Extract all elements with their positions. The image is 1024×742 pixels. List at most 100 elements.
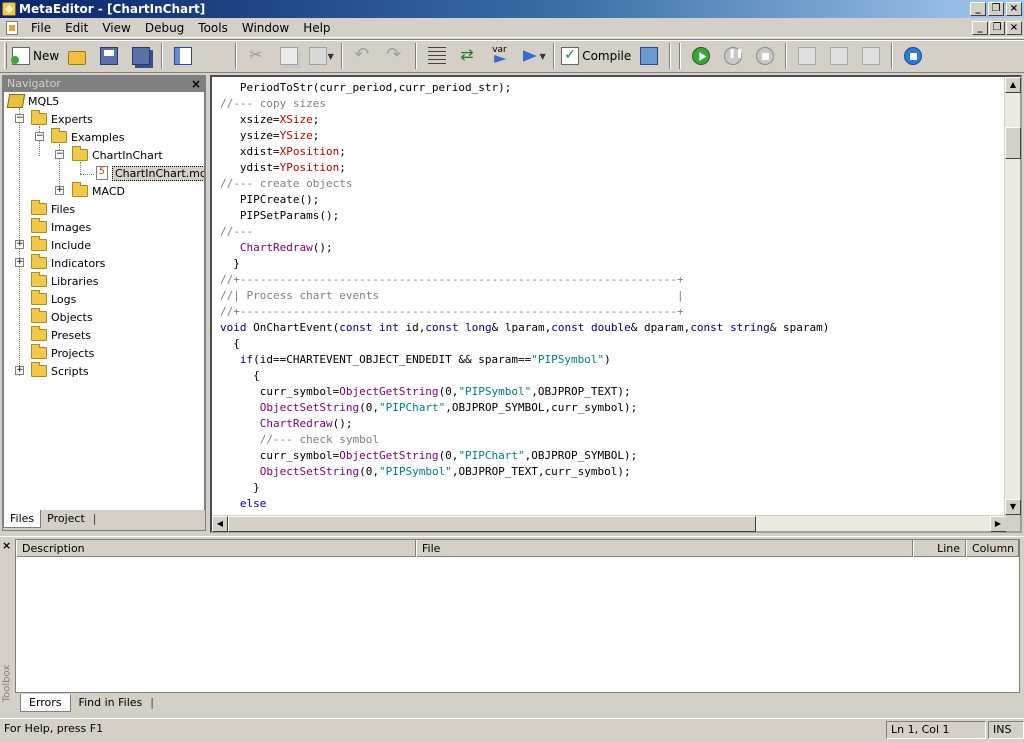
menu-tools[interactable]: Tools xyxy=(191,21,235,35)
code-line[interactable]: PeriodToStr(curr_period,curr_period_str)… xyxy=(220,80,1006,96)
tree-item-files[interactable]: Files xyxy=(31,200,75,218)
column-column[interactable]: Column xyxy=(966,540,1019,557)
toolbar-grip[interactable] xyxy=(4,43,7,69)
stop-profiling-button[interactable] xyxy=(899,42,927,70)
styler-button[interactable] xyxy=(423,42,451,70)
code-line[interactable]: xdist=XPosition; xyxy=(220,144,1006,160)
expand-icon[interactable]: + xyxy=(15,366,24,375)
tree-item-macd[interactable]: MACD xyxy=(72,182,125,200)
tree-item-objects[interactable]: Objects xyxy=(31,308,93,326)
code-line[interactable]: //| Process chart events | xyxy=(220,288,1006,304)
doc-restore-button[interactable]: ❐ xyxy=(989,21,1005,35)
menu-file[interactable]: File xyxy=(24,21,58,35)
code-editor[interactable]: PeriodToStr(curr_period,curr_period_str)… xyxy=(210,75,1022,533)
minimize-button[interactable]: _ xyxy=(970,2,986,16)
code-line[interactable]: if(id==CHARTEVENT_OBJECT_ENDEDIT && spar… xyxy=(220,352,1006,368)
expand-icon[interactable]: + xyxy=(15,258,24,267)
pause-debug-button[interactable] xyxy=(719,42,747,70)
menu-view[interactable]: View xyxy=(95,21,137,35)
code-line[interactable]: //+-------------------------------------… xyxy=(220,304,1006,320)
menu-edit[interactable]: Edit xyxy=(58,21,95,35)
toolbox-toggle-button[interactable] xyxy=(201,42,229,601)
insert-var-button[interactable] xyxy=(487,42,515,70)
doc-close-button[interactable]: × xyxy=(1006,21,1022,35)
column-description[interactable]: Description xyxy=(16,540,416,557)
copy-button[interactable] xyxy=(275,42,303,70)
close-button[interactable]: × xyxy=(1006,2,1022,16)
function-list-button[interactable]: ▼ xyxy=(519,42,547,70)
menu-help[interactable]: Help xyxy=(296,21,337,35)
document-icon[interactable] xyxy=(6,20,18,35)
code-line[interactable]: } xyxy=(220,256,1006,272)
code-line[interactable]: //+-------------------------------------… xyxy=(220,272,1006,288)
tab-project[interactable]: Project xyxy=(41,510,102,528)
expand-icon[interactable]: + xyxy=(15,240,24,249)
code-line[interactable]: xsize=XSize; xyxy=(220,112,1006,128)
code-line[interactable]: ChartRedraw(); xyxy=(220,240,1006,256)
scroll-down-icon[interactable]: ▼ xyxy=(1005,499,1021,515)
collapse-icon[interactable]: − xyxy=(55,150,64,159)
cut-button[interactable] xyxy=(243,42,271,70)
paste-button[interactable]: ▼ xyxy=(307,42,335,70)
column-line[interactable]: Line xyxy=(913,540,966,557)
navigator-toggle-button[interactable] xyxy=(169,42,197,70)
tree-item-experts[interactable]: Experts xyxy=(31,110,93,128)
column-file[interactable]: File xyxy=(416,540,913,557)
start-debug-button[interactable] xyxy=(687,42,715,70)
code-line[interactable]: } xyxy=(220,480,1006,496)
restore-button[interactable]: ❐ xyxy=(988,2,1004,16)
chevron-down-icon[interactable]: ▼ xyxy=(328,52,334,61)
collapse-icon[interactable]: − xyxy=(15,114,24,123)
tree-item-indicators[interactable]: Indicators xyxy=(31,254,105,272)
tree-item-scripts[interactable]: Scripts xyxy=(31,362,89,380)
code-line[interactable]: ysize=YSize; xyxy=(220,128,1006,144)
save-button[interactable] xyxy=(95,42,123,70)
tree-item-mql5[interactable]: MQL5 xyxy=(6,92,59,110)
vertical-scrollbar[interactable]: ▲ ▼ xyxy=(1004,77,1021,515)
tree-item-presets[interactable]: Presets xyxy=(31,326,91,344)
tree-item-projects[interactable]: Projects xyxy=(31,344,94,362)
new-button[interactable]: New xyxy=(11,42,59,70)
doc-minimize-button[interactable]: _ xyxy=(972,21,988,35)
step-out-button[interactable] xyxy=(857,42,885,70)
stop-debug-button[interactable] xyxy=(751,42,779,70)
close-icon[interactable]: × xyxy=(191,77,201,91)
step-over-button[interactable] xyxy=(825,42,853,70)
code-line[interactable]: PIPCreate(); xyxy=(220,192,1006,208)
menu-window[interactable]: Window xyxy=(235,21,296,35)
horizontal-scrollbar[interactable]: ◀ ▶ xyxy=(212,515,1006,532)
undo-button[interactable] xyxy=(349,42,377,70)
redo-button[interactable] xyxy=(381,42,409,70)
code-line[interactable]: void OnChartEvent(const int id,const lon… xyxy=(220,320,1006,336)
scroll-left-icon[interactable]: ◀ xyxy=(212,516,228,532)
chevron-down-icon[interactable]: ▼ xyxy=(540,52,546,61)
properties-button[interactable] xyxy=(635,42,663,70)
save-all-button[interactable] xyxy=(127,42,155,70)
code-area[interactable]: PeriodToStr(curr_period,curr_period_str)… xyxy=(220,80,1006,516)
code-line[interactable]: //--- create objects xyxy=(220,176,1006,192)
code-line[interactable]: //--- check symbol xyxy=(220,432,1006,448)
code-line[interactable]: { xyxy=(220,336,1006,352)
tab-files[interactable]: Files xyxy=(3,510,42,528)
code-line[interactable]: { xyxy=(220,368,1006,384)
step-into-button[interactable] xyxy=(793,42,821,70)
horizontal-scroll-thumb[interactable] xyxy=(228,516,756,532)
code-line[interactable]: ObjectSetString(0,"PIPChart",OBJPROP_SYM… xyxy=(220,400,1006,416)
code-line[interactable]: ydist=YPosition; xyxy=(220,160,1006,176)
code-line[interactable]: ObjectSetString(0,"PIPSymbol",OBJPROP_TE… xyxy=(220,464,1006,480)
tree-item-libraries[interactable]: Libraries xyxy=(31,272,99,290)
code-line[interactable]: PIPSetParams(); xyxy=(220,208,1006,224)
code-line[interactable]: //--- xyxy=(220,224,1006,240)
tree-item-chartinchart[interactable]: ChartInChart xyxy=(72,146,163,164)
tab-find-in-files[interactable]: Find in Files xyxy=(71,694,162,712)
code-line[interactable]: curr_symbol=ObjectGetString(0,"PIPChart"… xyxy=(220,448,1006,464)
tree-item-chartinchart-file[interactable]: ChartInChart.mq5 xyxy=(96,164,204,182)
menu-debug[interactable]: Debug xyxy=(138,21,191,35)
collapse-icon[interactable]: − xyxy=(35,132,44,141)
close-icon[interactable]: × xyxy=(2,539,11,552)
scroll-up-icon[interactable]: ▲ xyxy=(1005,77,1021,93)
open-button[interactable] xyxy=(63,42,91,70)
code-line[interactable]: //--- copy sizes xyxy=(220,96,1006,112)
tree-item-examples[interactable]: Examples xyxy=(51,128,124,146)
compile-button[interactable]: Compile xyxy=(561,42,631,70)
